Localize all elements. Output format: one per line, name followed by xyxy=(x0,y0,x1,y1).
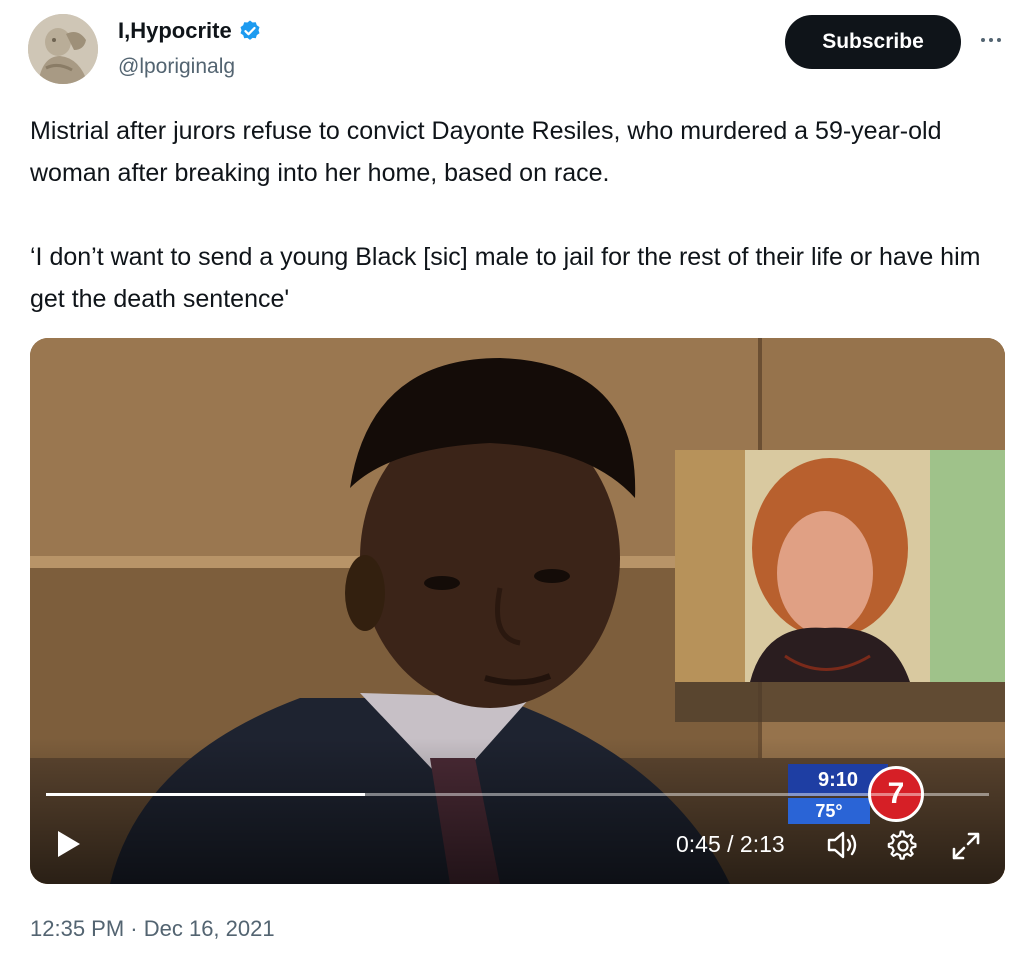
station-temperature: 75° xyxy=(788,798,870,824)
settings-gear-icon[interactable] xyxy=(887,830,919,862)
video-progress-fill xyxy=(46,793,365,796)
video-time-display: 0:45 / 2:13 xyxy=(676,831,785,857)
tweet-card: I,Hypocrite @lporiginalg Subscribe Mistr… xyxy=(0,0,1024,960)
subscribe-button[interactable]: Subscribe xyxy=(785,15,961,69)
tweet-text: Mistrial after jurors refuse to convict … xyxy=(30,110,990,320)
tweet-paragraph: ‘I don’t want to send a young Black [sic… xyxy=(30,243,981,313)
author-display-name[interactable]: I,Hypocrite xyxy=(118,18,232,44)
author-name-row[interactable]: I,Hypocrite xyxy=(118,18,262,44)
video-player[interactable]: 9:10 75° 7 0:45 / 2:13 xyxy=(30,338,1005,884)
tweet-paragraph: Mistrial after jurors refuse to convict … xyxy=(30,117,942,187)
more-options-icon[interactable] xyxy=(975,24,1007,56)
play-icon[interactable] xyxy=(52,828,84,860)
tv-station-bug: 9:10 75° 7 xyxy=(788,764,926,828)
author-handle[interactable]: @lporiginalg xyxy=(118,55,235,79)
volume-icon[interactable] xyxy=(825,830,859,860)
avatar-statue-image xyxy=(28,14,98,84)
video-progress-bar[interactable] xyxy=(46,793,989,796)
tweet-timestamp[interactable]: 12:35 PM · Dec 16, 2021 xyxy=(30,916,275,942)
author-avatar[interactable] xyxy=(28,14,98,84)
fullscreen-expand-icon[interactable] xyxy=(950,830,982,862)
verified-badge-icon xyxy=(240,20,260,40)
